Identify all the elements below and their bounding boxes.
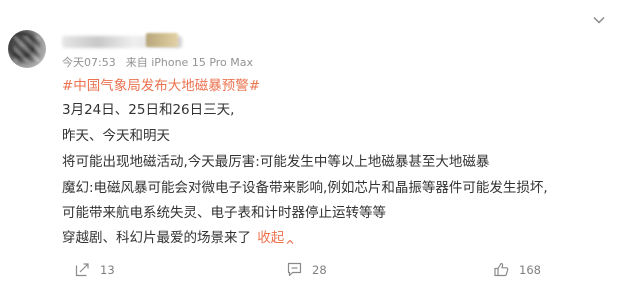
collapse-link[interactable]: 收起 [257,230,294,246]
like-count: 168 [519,262,541,277]
user-badge-blurred [146,33,178,47]
share-button[interactable]: 13 [75,262,115,277]
post-text-line: 3月24日、25日和26日三天, [62,102,235,118]
post-time[interactable]: 今天07:53 [62,56,116,69]
post-text-line-last: 穿越剧、科幻片最爱的场景来了 收起 [62,226,294,246]
comment-icon [287,262,302,277]
post-text-line: 魔幻:电磁风暴可能会对微电子设备带来影响,例如芯片和晶振等器件可能发生损坏, [62,180,548,196]
chevron-down-icon[interactable] [592,12,606,26]
thumbs-up-icon [494,262,509,277]
comment-count: 28 [312,262,327,277]
like-button[interactable]: 168 [494,262,541,277]
share-count: 13 [100,262,115,277]
post-text-line: 可能带来航电系统失灵、电子表和计时器停止运转等等 [62,205,386,221]
share-icon [75,263,89,277]
post-text-line: 将可能出现地磁活动,今天最厉害:可能发生中等以上地磁暴甚至大地磁暴 [62,154,490,170]
comment-button[interactable]: 28 [287,262,327,277]
collapse-label: 收起 [257,230,285,246]
hashtag-link[interactable]: #中国气象局发布大地磁暴预警# [62,74,260,94]
post-text-line: 穿越剧、科幻片最爱的场景来了 [62,230,251,246]
post-device: 来自 iPhone 15 Pro Max [125,56,254,69]
avatar[interactable] [8,30,46,68]
chevron-up-icon [286,234,294,244]
post-text-line: 昨天、今天和明天 [62,128,170,144]
post-meta: 今天07:53 来自 iPhone 15 Pro Max [62,54,263,70]
action-bar: 13 28 168 [0,262,622,278]
